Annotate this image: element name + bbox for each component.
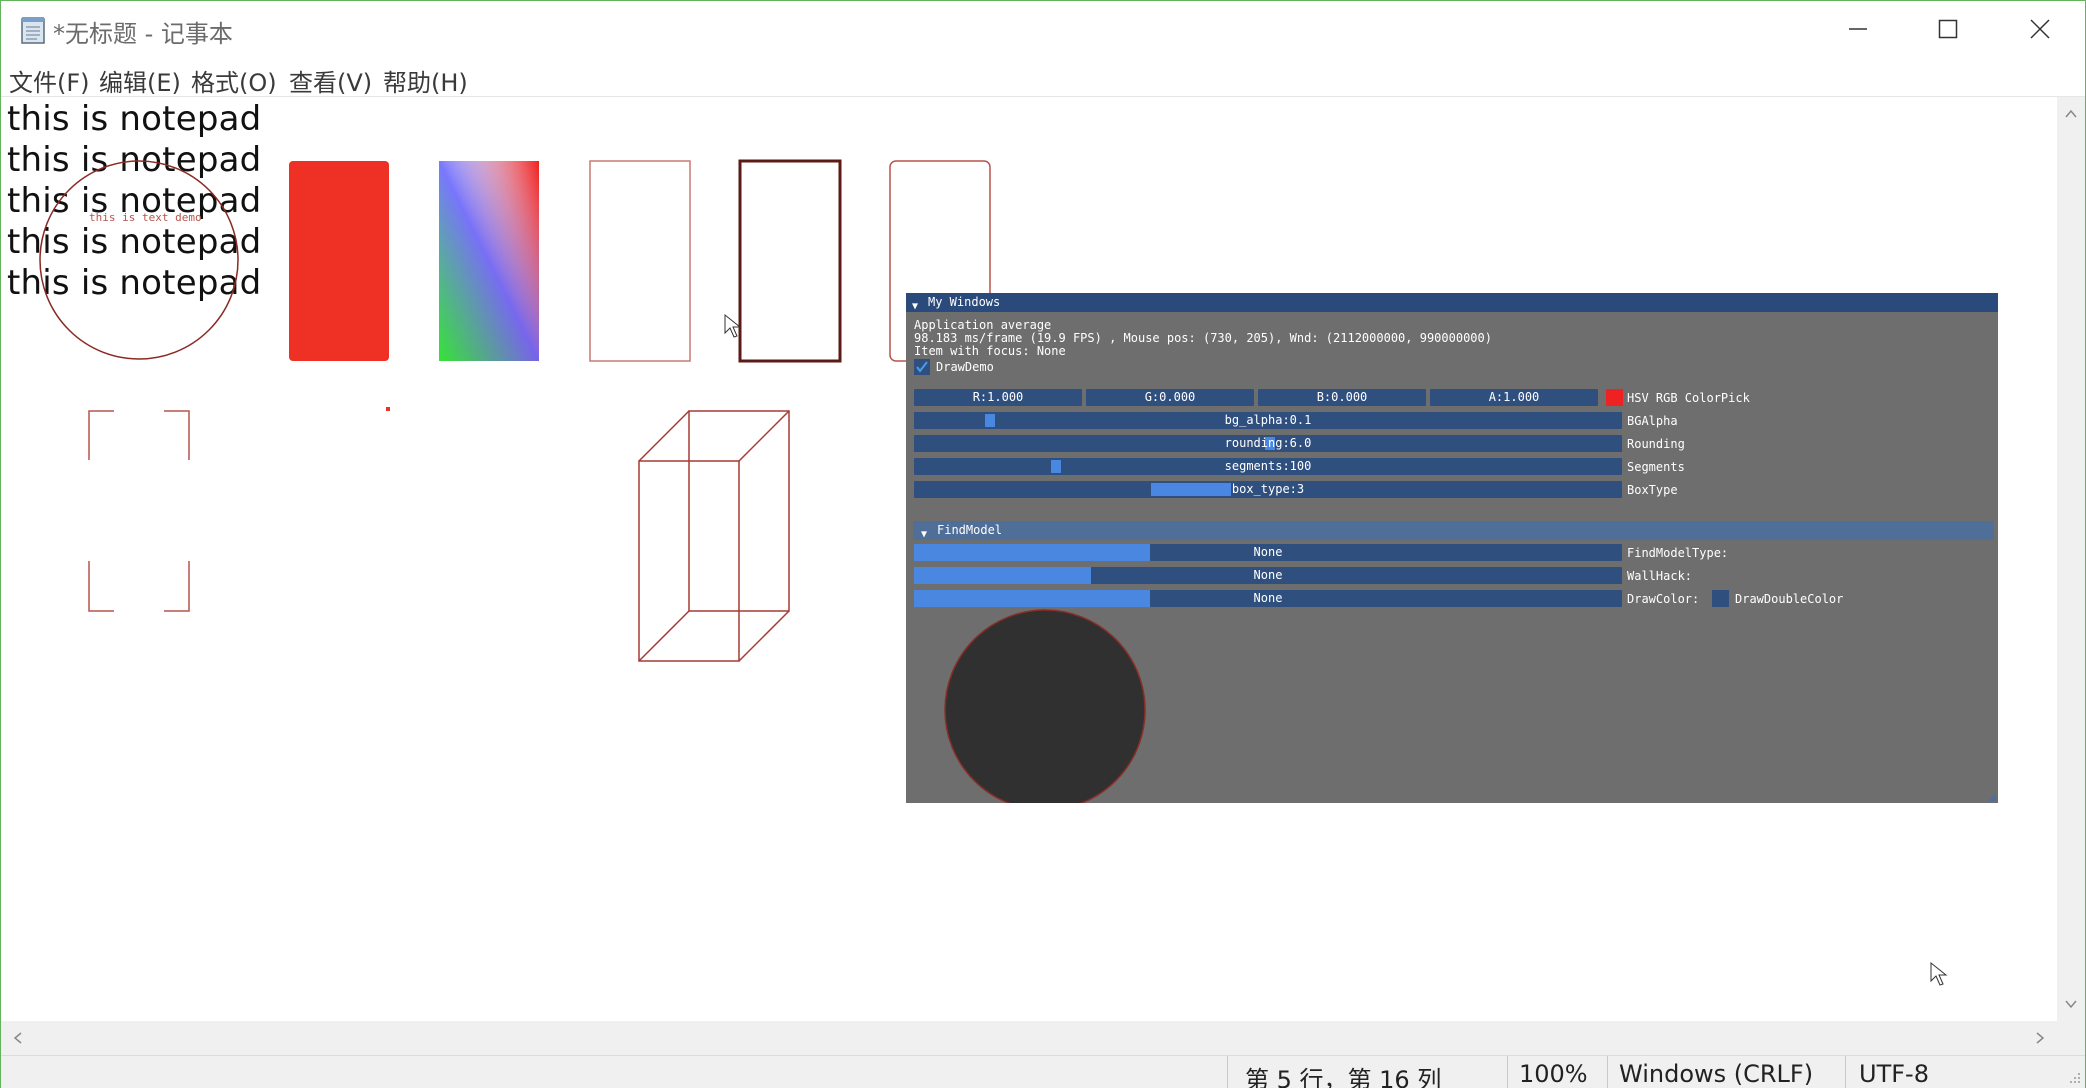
maximize-button[interactable] — [1903, 1, 1993, 57]
zoom-level: 100% — [1519, 1060, 1588, 1088]
encoding: UTF-8 — [1859, 1060, 1929, 1088]
overlay-gradient-rect-layer — [439, 161, 539, 361]
status-bar: 第 5 行，第 16 列 100% Windows (CRLF) UTF-8 — [1, 1055, 2085, 1088]
horizontal-scrollbar[interactable] — [1, 1021, 2057, 1055]
close-button[interactable] — [1995, 1, 2085, 57]
mouse-cursor-icon — [724, 313, 742, 338]
overlay-small-text: this is text demo — [89, 211, 202, 224]
scrollbar-corner — [2057, 1021, 2085, 1055]
imgui-overlay-circle — [944, 609, 1146, 803]
notepad-window: *无标题 - 记事本 文件(F) 编辑(E) 格式(O) 查看(V) 帮助(H)… — [0, 0, 2086, 1088]
line-ending: Windows (CRLF) — [1619, 1060, 1814, 1088]
imgui-window[interactable]: ▼ My Windows Application average 98.183 … — [906, 293, 1998, 803]
scroll-up-icon[interactable] — [2065, 109, 2077, 119]
scroll-right-icon[interactable] — [2035, 1032, 2045, 1044]
status-divider — [1507, 1056, 1508, 1088]
minimize-button[interactable] — [1813, 1, 1903, 57]
title-bar[interactable]: *无标题 - 记事本 — [1, 1, 2085, 57]
status-divider — [1227, 1056, 1228, 1088]
window-title: *无标题 - 记事本 — [53, 20, 233, 48]
status-divider — [1845, 1056, 1846, 1088]
minimize-icon — [1849, 28, 1867, 30]
menu-file[interactable]: 文件(F) — [9, 63, 90, 98]
mouse-cursor-icon-2 — [1930, 961, 1948, 986]
status-divider — [1607, 1056, 1608, 1088]
scroll-down-icon[interactable] — [2065, 999, 2077, 1009]
overlay-corner-box — [88, 410, 190, 612]
overlay-thick-rect — [738, 159, 842, 363]
resize-grip-icon[interactable] — [2067, 1070, 2081, 1084]
menu-format[interactable]: 格式(O) — [191, 63, 277, 98]
menu-view[interactable]: 查看(V) — [289, 63, 372, 98]
overlay-filled-rect — [289, 161, 389, 361]
menu-edit[interactable]: 编辑(E) — [99, 63, 181, 98]
overlay-3d-box — [638, 410, 790, 662]
menu-bar: 文件(F) 编辑(E) 格式(O) 查看(V) 帮助(H) — [1, 57, 2085, 97]
vertical-scrollbar[interactable] — [2057, 97, 2085, 1021]
overlay-dot — [386, 407, 390, 411]
maximize-icon — [1938, 19, 1958, 39]
notepad-app-icon — [21, 17, 45, 44]
menu-help[interactable]: 帮助(H) — [383, 63, 468, 98]
close-icon — [2030, 19, 2050, 39]
cursor-position: 第 5 行，第 16 列 — [1245, 1066, 1442, 1088]
overlay-circle — [39, 160, 239, 360]
overlay-outline-rect — [589, 160, 691, 362]
scroll-left-icon[interactable] — [13, 1032, 23, 1044]
